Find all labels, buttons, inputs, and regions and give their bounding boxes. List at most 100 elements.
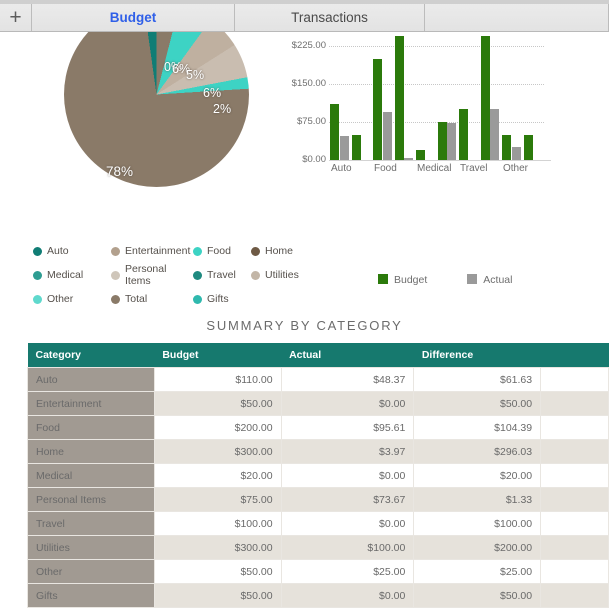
tab-budget[interactable]: Budget [32,0,235,31]
legend-item-budget[interactable]: Budget [378,274,427,286]
cell-category[interactable]: Entertainment [27,391,155,416]
bar-actual-auto[interactable] [339,135,349,160]
cell-blank[interactable] [540,439,609,464]
cell-budget[interactable]: $50.00 [153,391,282,416]
bar-actual-personal-items[interactable] [447,122,456,160]
cell-blank[interactable] [540,415,609,440]
tab-transactions[interactable]: Transactions [235,0,425,31]
column-header-budget[interactable]: Budget [154,343,282,368]
cell-actual[interactable]: $95.61 [280,415,415,440]
cell-category[interactable]: Home [27,439,155,464]
cell-category[interactable]: Food [27,415,155,440]
cell-blank[interactable] [540,487,609,512]
cell-blank[interactable] [540,463,609,488]
legend-item-food[interactable]: Food [193,245,251,257]
column-header-category[interactable]: Category [27,343,155,368]
bar-budget-auto[interactable] [330,104,339,160]
expenses-pie-chart[interactable]: 78% 0% 6% 5% 6% 2% [20,32,275,207]
cell-actual[interactable]: $25.00 [280,559,415,584]
cell-budget[interactable]: $300.00 [153,439,282,464]
cell-difference[interactable]: $100.00 [413,511,542,536]
cell-category[interactable]: Auto [27,367,155,392]
budget-vs-actual-bar-chart[interactable]: $0.00 $75.00 $150.00 $225.00 Auto Food Medica… [278,32,578,207]
cell-difference[interactable]: $25.00 [413,559,542,584]
legend-item-personal-items[interactable]: Personal Items [111,263,193,287]
cell-category[interactable]: Gifts [27,583,155,608]
summary-by-category-table[interactable]: Category Budget Actual Difference Auto $1… [27,343,609,608]
cell-difference[interactable]: $61.63 [413,367,542,392]
cell-difference[interactable]: $296.03 [413,439,542,464]
cell-blank[interactable] [540,535,609,560]
tab-empty-area[interactable] [425,0,609,31]
cell-actual[interactable]: $3.97 [280,439,415,464]
table-row[interactable]: Utilities $300.00 $100.00 $200.00 [27,535,609,560]
legend-item-gifts[interactable]: Gifts [193,293,251,305]
legend-item-utilities[interactable]: Utilities [251,263,311,287]
legend-item-total[interactable]: Total [111,293,193,305]
cell-budget[interactable]: $200.00 [153,415,282,440]
add-sheet-button[interactable]: + [0,0,32,31]
cell-difference[interactable]: $20.00 [413,463,542,488]
cell-budget[interactable]: $75.00 [153,487,282,512]
cell-category[interactable]: Utilities [27,535,155,560]
table-row[interactable]: Auto $110.00 $48.37 $61.63 [27,367,609,392]
table-row[interactable]: Medical $20.00 $0.00 $20.00 [27,463,609,488]
cell-blank[interactable] [540,367,609,392]
cell-difference[interactable]: $200.00 [413,535,542,560]
cell-budget[interactable]: $110.00 [153,367,282,392]
bar-budget-gifts[interactable] [523,134,533,160]
bar-budget-entertainment[interactable] [351,134,361,160]
cell-blank[interactable] [540,511,609,536]
cell-category[interactable]: Travel [27,511,155,536]
cell-difference[interactable]: $50.00 [413,583,542,608]
legend-item-home[interactable]: Home [251,245,311,257]
bar-budget-personal-items[interactable] [437,122,447,160]
table-row[interactable]: Other $50.00 $25.00 $25.00 [27,559,609,584]
cell-budget[interactable]: $300.00 [153,535,282,560]
cell-actual[interactable]: $100.00 [280,535,415,560]
legend-item-auto[interactable]: Auto [33,245,111,257]
table-row[interactable]: Food $200.00 $95.61 $104.39 [27,415,609,440]
cell-actual[interactable]: $0.00 [280,391,415,416]
bar-budget-food[interactable] [373,58,382,160]
bar-actual-utilities[interactable] [490,109,499,160]
bar-actual-food[interactable] [382,111,392,160]
cell-category[interactable]: Personal Items [27,487,155,512]
bar-budget-home[interactable] [394,36,404,160]
table-row[interactable]: Home $300.00 $3.97 $296.03 [27,439,609,464]
bar-budget-travel[interactable] [459,109,468,160]
cell-actual[interactable]: $0.00 [280,511,415,536]
cell-actual[interactable]: $0.00 [280,463,415,488]
cell-blank[interactable] [540,583,609,608]
cell-difference[interactable]: $1.33 [413,487,542,512]
cell-actual[interactable]: $0.00 [280,583,415,608]
cell-actual[interactable]: $73.67 [280,487,415,512]
cell-budget[interactable]: $50.00 [153,583,282,608]
bar-budget-utilities[interactable] [480,36,490,160]
cell-budget[interactable]: $20.00 [153,463,282,488]
bar-budget-medical[interactable] [416,149,425,160]
table-row[interactable]: Gifts $50.00 $0.00 $50.00 [27,583,609,608]
cell-blank[interactable] [540,391,609,416]
cell-budget[interactable]: $100.00 [153,511,282,536]
bar-actual-other[interactable] [511,147,521,160]
cell-difference[interactable]: $104.39 [413,415,542,440]
legend-item-other[interactable]: Other [33,293,111,305]
legend-item-travel[interactable]: Travel [193,263,251,287]
cell-category[interactable]: Medical [27,463,155,488]
cell-category[interactable]: Other [27,559,155,584]
cell-actual[interactable]: $48.37 [280,367,415,392]
column-header-blank[interactable] [540,343,609,368]
table-row[interactable]: Entertainment $50.00 $0.00 $50.00 [27,391,609,416]
table-row[interactable]: Travel $100.00 $0.00 $100.00 [27,511,609,536]
cell-blank[interactable] [540,559,609,584]
bar-budget-other[interactable] [502,134,511,160]
cell-budget[interactable]: $50.00 [153,559,282,584]
table-row[interactable]: Personal Items $75.00 $73.67 $1.33 [27,487,609,512]
legend-item-entertainment[interactable]: Entertainment [111,245,193,257]
column-header-difference[interactable]: Difference [413,343,541,368]
legend-item-actual[interactable]: Actual [467,274,512,286]
cell-difference[interactable]: $50.00 [413,391,542,416]
legend-item-medical[interactable]: Medical [33,263,111,287]
column-header-actual[interactable]: Actual [281,343,414,368]
